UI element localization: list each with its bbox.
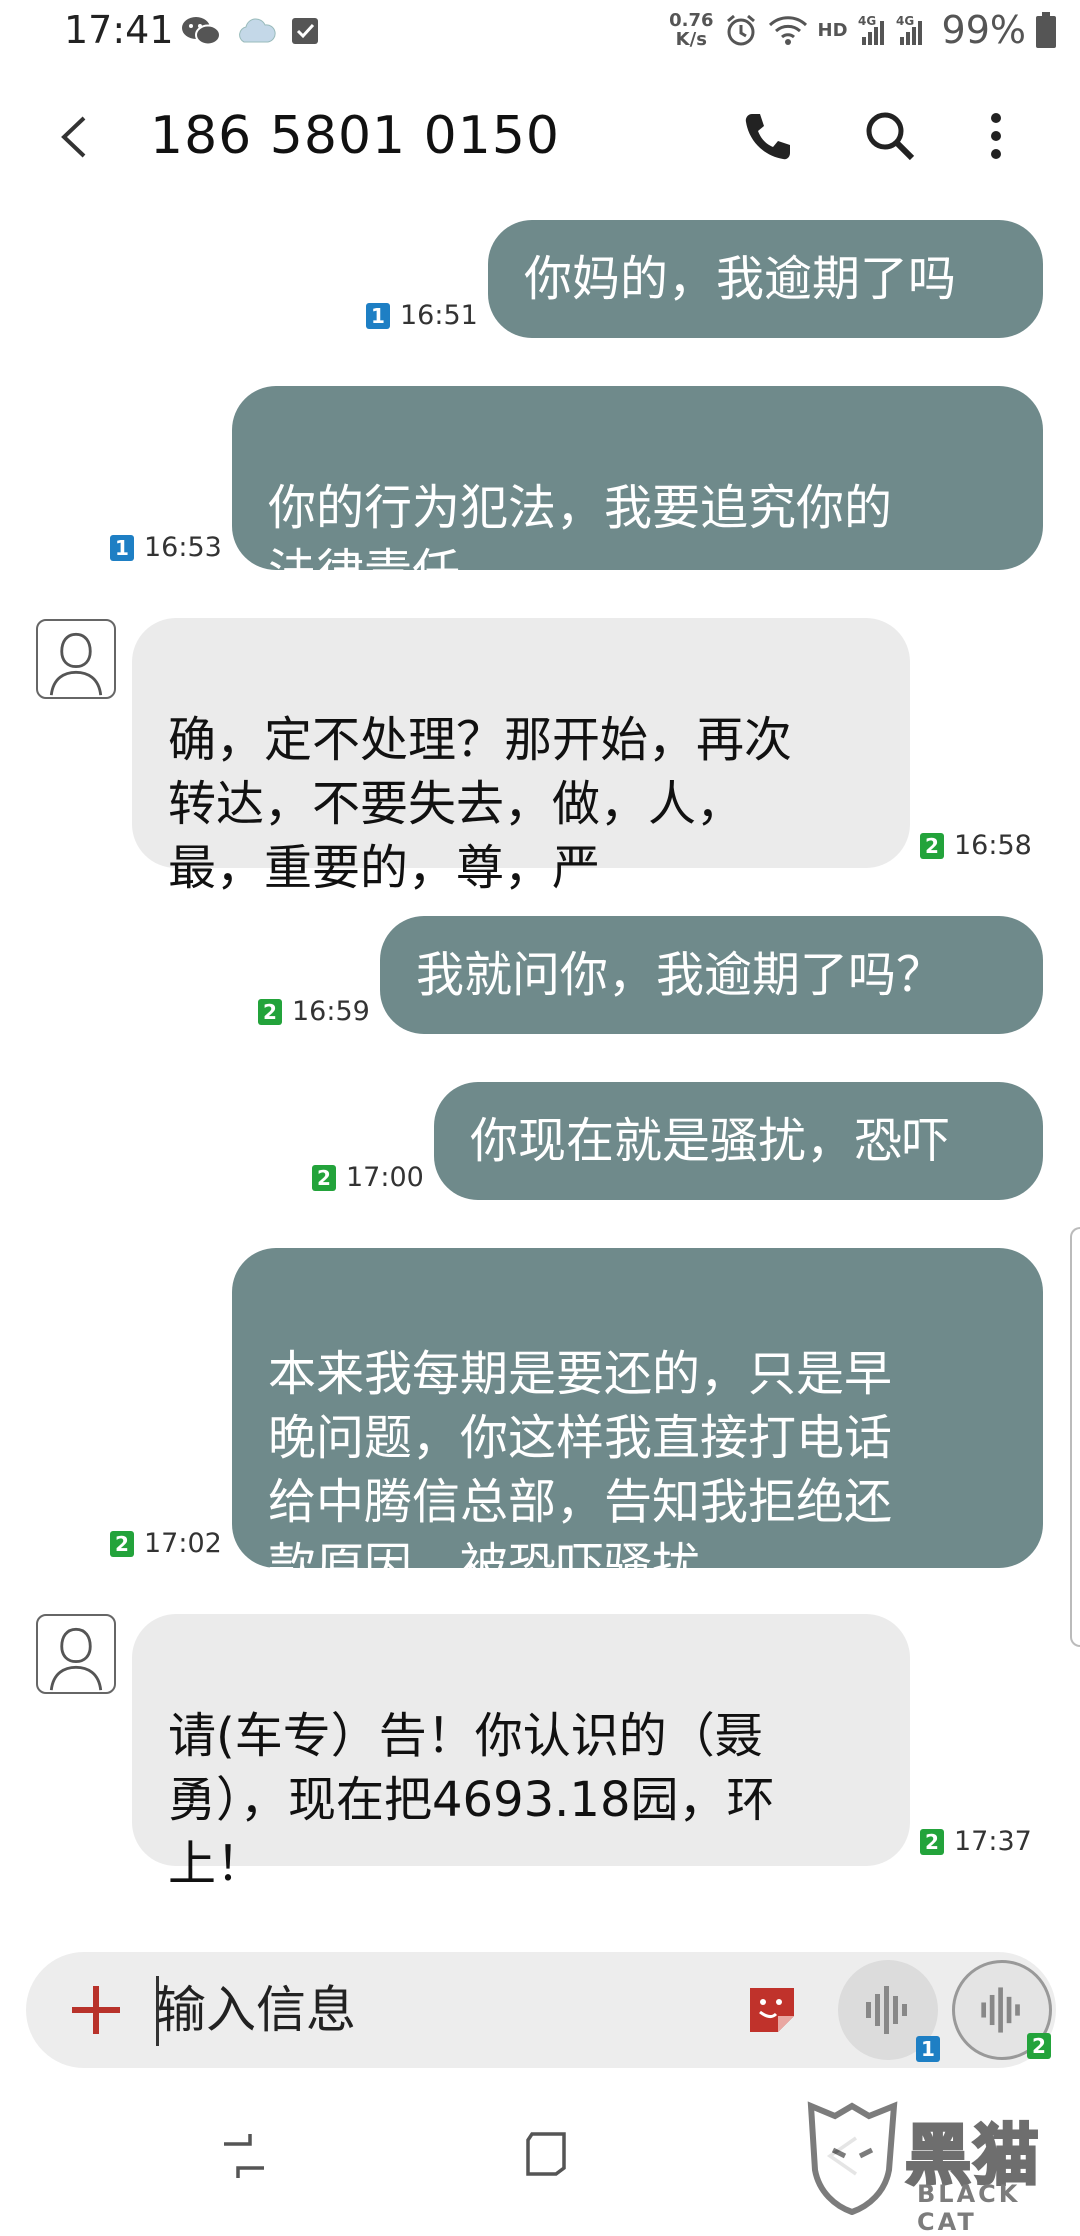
hd-label: HD <box>817 19 848 41</box>
search-icon[interactable] <box>862 108 918 164</box>
message-time: 17:00 <box>346 1162 424 1193</box>
alarm-icon <box>726 14 755 46</box>
message-meta: 2 17:00 <box>312 1162 424 1193</box>
svg-text:4G: 4G <box>896 14 914 28</box>
status-bar: 17:41 0.76 K/s HD 4G 4G 99% <box>0 0 1080 62</box>
message-text: 你的行为犯法，我要追究你的 法律责任 <box>268 480 893 600</box>
cat-shield-logo-icon <box>807 2101 898 2215</box>
recent-apps-icon[interactable] <box>220 2130 268 2182</box>
message-meta: 2 16:59 <box>258 996 370 1027</box>
message-meta: 1 16:51 <box>366 300 478 331</box>
outgoing-message-bubble[interactable]: 本来我每期是要还的，只是早 晚问题，你这样我直接打电话 给中腾信总部，告知我拒绝… <box>232 1248 1043 1594</box>
incoming-message-bubble[interactable]: 请(车专）告！你认识的（聂 勇），现在把4693.18园，环 上！ <box>132 1614 910 1892</box>
back-arrow-icon[interactable] <box>50 112 100 162</box>
cloud-icon <box>239 18 276 43</box>
voice-message-sim2-button[interactable]: 2 <box>952 1960 1052 2060</box>
message-list[interactable]: 你妈的，我逾期了吗 1 16:51 你的行为犯法，我要追究你的 法律责任 1 1… <box>0 212 1080 1952</box>
incoming-message-bubble[interactable]: 确，定不处理？那开始，再次 转达，不要失去，做，人， 最，重要的，尊，严 <box>132 618 910 896</box>
notification-icons <box>180 14 320 48</box>
message-time: 17:02 <box>144 1528 222 1559</box>
sim-2-badge: 2 <box>312 1164 336 1191</box>
blackcat-watermark: 黑猫 BLACK CAT <box>805 2098 1075 2236</box>
message-time: 16:51 <box>400 300 478 331</box>
status-time: 17:41 <box>64 8 174 52</box>
battery-icon <box>1036 12 1056 48</box>
sim-2-badge: 2 <box>110 1530 134 1557</box>
sim-1-badge: 1 <box>110 534 134 561</box>
sim-2-badge: 2 <box>1027 2033 1051 2059</box>
message-time: 16:58 <box>954 830 1032 861</box>
net-speed: 0.76 K/s <box>669 10 714 50</box>
scroll-indicator[interactable] <box>1070 1227 1080 1647</box>
svg-text:4G: 4G <box>858 14 876 28</box>
wifi-icon <box>768 16 807 45</box>
message-text: 你现在就是骚扰，恐吓 <box>470 1113 951 1169</box>
message-time: 17:37 <box>954 1826 1032 1857</box>
sim-2-badge: 2 <box>920 1828 944 1855</box>
system-indicators: 0.76 K/s HD 4G 4G 99% <box>669 8 1056 52</box>
add-attachment-icon[interactable] <box>64 1978 128 2042</box>
outgoing-message-bubble[interactable]: 我就问你，我逾期了吗？ <box>380 916 1043 1034</box>
message-time: 16:53 <box>144 532 222 563</box>
contact-number-title: 186 5801 0150 <box>150 106 560 166</box>
battery-percent: 99% <box>941 8 1026 52</box>
sim-1-badge: 1 <box>366 302 390 329</box>
sim-2-badge: 2 <box>258 998 282 1025</box>
watermark-subtext: BLACK CAT <box>917 2180 1021 2236</box>
check-box-icon <box>292 18 318 44</box>
message-composer: 1 2 <box>26 1952 1056 2068</box>
voice-message-sim1-button[interactable]: 1 <box>838 1960 940 2062</box>
outgoing-message-bubble[interactable]: 你的行为犯法，我要追究你的 法律责任 <box>232 386 1043 600</box>
contact-avatar-icon[interactable] <box>36 1614 116 1694</box>
message-text: 本来我每期是要还的，只是早 晚问题，你这样我直接打电话 给中腾信总部，告知我拒绝… <box>268 1346 893 1594</box>
message-meta: 2 17:37 <box>920 1826 1032 1857</box>
message-text: 请(车专）告！你认识的（聂 勇），现在把4693.18园，环 上！ <box>168 1708 775 1892</box>
message-meta: 2 17:02 <box>110 1528 222 1559</box>
message-time: 16:59 <box>292 996 370 1027</box>
signal-4g-icon: 4G 4G <box>858 14 922 45</box>
wechat-icon <box>182 17 221 46</box>
message-text: 我就问你，我逾期了吗？ <box>416 947 945 1003</box>
outgoing-message-bubble[interactable]: 你妈的，我逾期了吗 <box>488 220 1043 338</box>
home-icon[interactable] <box>522 2128 570 2180</box>
message-meta: 2 16:58 <box>920 830 1032 861</box>
message-text: 你妈的，我逾期了吗 <box>524 251 957 307</box>
phone-icon[interactable] <box>740 108 796 164</box>
message-text: 确，定不处理？那开始，再次 转达，不要失去，做，人， 最，重要的，尊，严 <box>168 712 793 896</box>
sim-2-badge: 2 <box>920 832 944 859</box>
contact-avatar-icon[interactable] <box>36 619 116 699</box>
more-options-icon[interactable] <box>976 106 1016 166</box>
message-meta: 1 16:53 <box>110 532 222 563</box>
sim-1-badge: 1 <box>916 2036 940 2062</box>
outgoing-message-bubble[interactable]: 你现在就是骚扰，恐吓 <box>434 1082 1043 1200</box>
sticker-icon[interactable] <box>746 1984 798 2036</box>
conversation-header: 186 5801 0150 <box>0 62 1080 212</box>
message-input[interactable] <box>156 1972 726 2048</box>
